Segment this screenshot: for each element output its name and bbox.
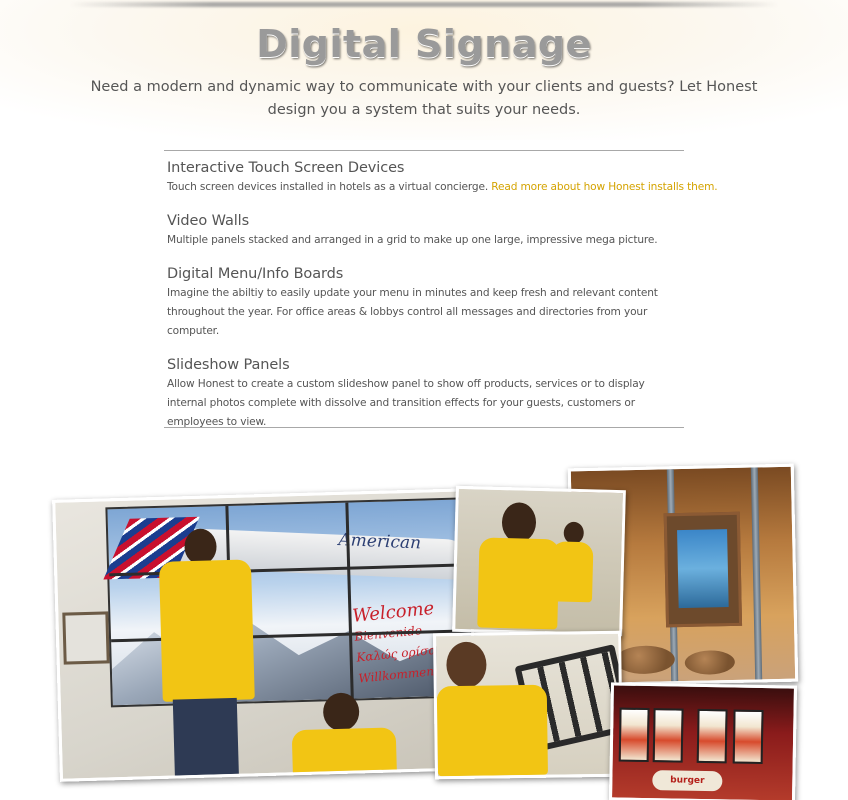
divider-bottom xyxy=(164,427,684,428)
airline-brand-text: American xyxy=(338,530,422,554)
worker-head xyxy=(322,692,360,732)
service-title: Video Walls xyxy=(167,213,250,229)
decor-stone xyxy=(614,645,676,675)
services-list: Interactive Touch Screen Devices Touch s… xyxy=(167,158,727,446)
service-title: Slideshow Panels xyxy=(167,357,290,373)
worker-pants xyxy=(172,697,239,776)
worker-shirt xyxy=(477,537,560,630)
menu-board-screen xyxy=(652,708,684,763)
service-touch-screen: Interactive Touch Screen Devices Touch s… xyxy=(167,158,727,197)
service-video-walls: Video Walls Multiple panels stacked and … xyxy=(167,211,727,250)
kiosk-cabinet xyxy=(663,511,743,628)
service-description: Touch screen devices installed in hotels… xyxy=(167,178,727,197)
service-menu-boards: Digital Menu/Info Boards Imagine the abi… xyxy=(167,264,727,341)
kiosk-screen xyxy=(677,529,729,609)
intro-text: Need a modern and dynamic way to communi… xyxy=(90,79,758,118)
service-title: Interactive Touch Screen Devices xyxy=(167,160,405,176)
photo-video-wall-install: American Welcome Bienvenido Καλώς ορίσατ… xyxy=(52,488,478,782)
photo-menu-boards: burger xyxy=(608,682,798,800)
wall-picture-frame xyxy=(62,611,110,665)
worker-shirt xyxy=(436,684,548,777)
photo-wall-mount-install xyxy=(432,630,624,780)
service-description-text: Touch screen devices installed in hotels… xyxy=(167,181,492,193)
worker-shirt xyxy=(291,727,397,779)
service-description: Imagine the abiltiy to easily update you… xyxy=(167,287,658,337)
worker-shirt xyxy=(549,541,594,603)
page: Digital Signage Need a modern and dynami… xyxy=(0,0,848,800)
service-title: Digital Menu/Info Boards xyxy=(167,266,344,282)
divider-top xyxy=(164,150,684,151)
service-description: Multiple panels stacked and arranged in … xyxy=(167,234,658,246)
top-shadow-rule xyxy=(70,2,778,7)
page-title: Digital Signage xyxy=(256,22,592,66)
service-description: Allow Honest to create a custom slidesho… xyxy=(167,378,645,428)
menu-board-screen xyxy=(696,708,728,764)
decor-stone xyxy=(684,649,736,675)
worker-head xyxy=(446,641,487,689)
worker-shirt xyxy=(158,559,255,702)
service-slideshow-panels: Slideshow Panels Allow Honest to create … xyxy=(167,355,727,432)
photo-touch-screen-install xyxy=(452,485,626,637)
kiosk-pole xyxy=(750,467,763,680)
worker-head xyxy=(501,502,537,543)
restaurant-sign: burger xyxy=(652,770,723,792)
menu-board-screen xyxy=(618,707,650,763)
read-more-link[interactable]: Read more about how Honest installs them… xyxy=(491,181,717,193)
menu-board-screen xyxy=(732,709,764,765)
